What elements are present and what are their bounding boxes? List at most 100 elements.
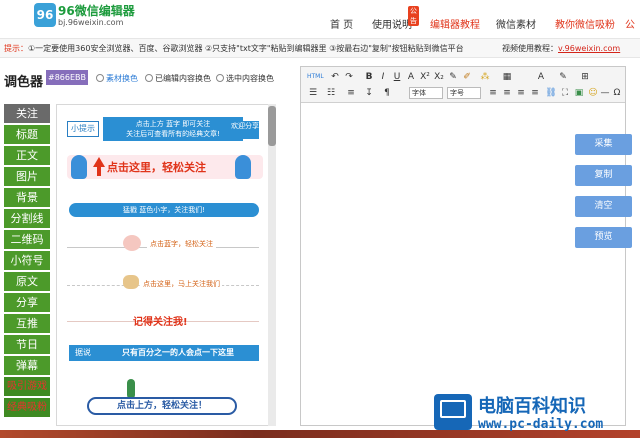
table-icon[interactable]: ⊞ — [579, 71, 591, 83]
radio-icon — [96, 74, 104, 82]
video-link[interactable]: v.96weixin.com — [558, 44, 620, 53]
monitor-icon — [434, 394, 472, 430]
radio-material-color[interactable]: 素材换色 — [96, 73, 138, 84]
line-height-icon[interactable]: ≡ — [345, 87, 357, 99]
spacing-icon[interactable]: ↧ — [363, 87, 375, 99]
radio-edited-color[interactable]: 已编辑内容换色 — [145, 73, 211, 84]
blue-bar-text: 猛戳 蓝色小字，关注我们! — [69, 203, 259, 217]
category-body[interactable]: 正文 — [4, 146, 50, 165]
category-classic-fans[interactable]: 经典吸粉 — [4, 398, 50, 417]
category-share[interactable]: 分享 — [4, 293, 50, 312]
italic-button[interactable]: I — [377, 71, 389, 83]
monitor-screen — [440, 400, 466, 418]
nav-usage-guide[interactable]: 使用说明 — [372, 16, 412, 31]
category-original[interactable]: 原文 — [4, 272, 50, 291]
tip-share: 欢迎分享 — [231, 121, 259, 139]
category-mutual[interactable]: 互推 — [4, 314, 50, 333]
eraser-icon[interactable]: ✐ — [461, 71, 473, 83]
template-pig-follow[interactable]: 点击蓝字，轻松关注 — [63, 233, 263, 257]
magic-icon[interactable]: ⁂ — [479, 71, 491, 83]
category-background[interactable]: 背景 — [4, 188, 50, 207]
collect-button[interactable]: 采集 — [575, 134, 632, 155]
tip-label: 提示： — [4, 44, 28, 53]
subscript-button[interactable]: X₂ — [433, 71, 445, 83]
video-label: 视频使用教程： — [502, 44, 558, 53]
site-logo[interactable]: 96 96微信编辑器 bj.96weixin.com — [34, 2, 144, 34]
color-swatch[interactable]: #866EBB — [46, 70, 88, 85]
color-picker-label: 调色器 — [4, 75, 44, 90]
font-color-button[interactable]: A — [535, 71, 547, 83]
media-icon[interactable]: ▣ — [573, 87, 585, 99]
category-symbol[interactable]: 小符号 — [4, 251, 50, 270]
template-one-percent[interactable]: 据说 只有百分之一的人会点一下这里 — [63, 343, 263, 363]
align-right-icon[interactable]: ≡ — [515, 87, 527, 99]
template-bird-follow[interactable]: 点击这里，马上关注我们 — [63, 273, 263, 295]
highlight-icon[interactable]: ✎ — [557, 71, 569, 83]
clear-button[interactable]: 清空 — [575, 196, 632, 217]
tip-tag: 小提示 — [67, 121, 99, 137]
list-icon[interactable]: ☰ — [307, 87, 319, 99]
tip-content: ①一定要使用360安全浏览器、百度、谷歌浏览器 ②只支持"txt文字"粘贴到编辑… — [28, 44, 464, 53]
link-icon[interactable]: ⛓ — [545, 87, 557, 99]
pig-icon — [123, 235, 141, 251]
copy-button[interactable]: 复制 — [575, 165, 632, 186]
template-remember[interactable]: 记得关注我! — [63, 311, 263, 329]
category-festival[interactable]: 节日 — [4, 335, 50, 354]
paragraph-icon[interactable]: ¶ — [381, 87, 393, 99]
logo-url: bj.96weixin.com — [58, 18, 124, 27]
bird-follow-text: 点击这里，马上关注我们 — [141, 279, 222, 289]
emoji-icon[interactable]: ☺ — [587, 87, 599, 99]
radio-selected-color[interactable]: 选中内容换色 — [216, 73, 274, 84]
superscript-button[interactable]: X² — [419, 71, 431, 83]
click-here-text: 点击这里，轻松关注 — [107, 161, 206, 174]
category-title[interactable]: 标题 — [4, 125, 50, 144]
paste-icon[interactable]: ▦ — [501, 71, 513, 83]
strike-button[interactable]: A — [405, 71, 417, 83]
template-click-here[interactable]: 点击这里，轻松关注 — [63, 155, 263, 181]
category-image[interactable]: 图片 — [4, 167, 50, 186]
font-family-select[interactable]: 字体 — [409, 87, 443, 99]
category-divider[interactable]: 分割线 — [4, 209, 50, 228]
bold-button[interactable]: B — [363, 71, 375, 83]
template-follow-tip[interactable]: 小提示 点击上方 蓝字 即可关注 关注后可查看所有的经典文章! 欢迎分享 — [63, 107, 263, 147]
tip-bar: 提示：①一定要使用360安全浏览器、百度、谷歌浏览器 ②只支持"txt文字"粘贴… — [0, 38, 640, 58]
horizontal-rule-icon[interactable]: — — [599, 87, 611, 99]
preview-button[interactable]: 预览 — [575, 227, 632, 248]
radio-icon — [216, 74, 224, 82]
template-preview-panel: 小提示 点击上方 蓝字 即可关注 关注后可查看所有的经典文章! 欢迎分享 点击这… — [56, 104, 276, 426]
category-barrage[interactable]: 弹幕 — [4, 356, 50, 375]
ordered-list-icon[interactable]: ☷ — [325, 87, 337, 99]
nav-more[interactable]: 公 — [625, 16, 635, 31]
tip-text: 提示：①一定要使用360安全浏览器、百度、谷歌浏览器 ②只支持"txt文字"粘贴… — [4, 43, 464, 54]
nav-wechat-fans[interactable]: 教你微信吸粉 — [555, 16, 615, 31]
category-qrcode[interactable]: 二维码 — [4, 230, 50, 249]
preview-scrollbar[interactable] — [268, 104, 276, 426]
logo-icon: 96 — [34, 3, 56, 27]
align-center-icon[interactable]: ≡ — [501, 87, 513, 99]
said-tag: 据说 — [69, 345, 97, 361]
nav-editor-tutorial[interactable]: 编辑器教程 — [430, 16, 480, 31]
align-left-icon[interactable]: ≡ — [487, 87, 499, 99]
scroll-thumb[interactable] — [268, 106, 276, 146]
special-char-icon[interactable]: Ω — [611, 87, 623, 99]
watermark-url: www.pc-daily.com — [478, 417, 604, 432]
redo-icon[interactable]: ↷ — [343, 71, 355, 83]
html-button[interactable]: HTML — [307, 71, 324, 83]
align-justify-icon[interactable]: ≡ — [529, 87, 541, 99]
image-icon[interactable]: ⛶ — [559, 87, 571, 99]
nav-wechat-material[interactable]: 微信素材 — [496, 16, 536, 31]
remember-text: 记得关注我! — [133, 317, 188, 328]
category-follow[interactable]: 关注 — [4, 104, 50, 123]
underline-button[interactable]: U — [391, 71, 403, 83]
format-brush-icon[interactable]: ✎ — [447, 71, 459, 83]
tip-line2: 关注后可查看所有的经典文章! — [126, 130, 220, 138]
editor-toolbar: HTML ↶ ↷ B I U A X² X₂ ✎ ✐ ⁂ ▦ A ✎ ⊞ ☰ ☷… — [301, 67, 625, 103]
undo-icon[interactable]: ↶ — [329, 71, 341, 83]
tip-line1: 点击上方 蓝字 即可关注 — [135, 120, 211, 128]
font-size-select[interactable]: 字号 — [447, 87, 481, 99]
template-blue-bar[interactable]: 猛戳 蓝色小字，关注我们! — [63, 201, 263, 219]
nav-home[interactable]: 首 页 — [330, 16, 353, 31]
category-game[interactable]: 吸引游戏 — [4, 377, 50, 396]
category-list: 关注 标题 正文 图片 背景 分割线 二维码 小符号 原文 分享 互推 节日 弹… — [4, 104, 50, 426]
template-cactus-follow[interactable]: 点击上方，轻松关注！ — [63, 379, 263, 419]
